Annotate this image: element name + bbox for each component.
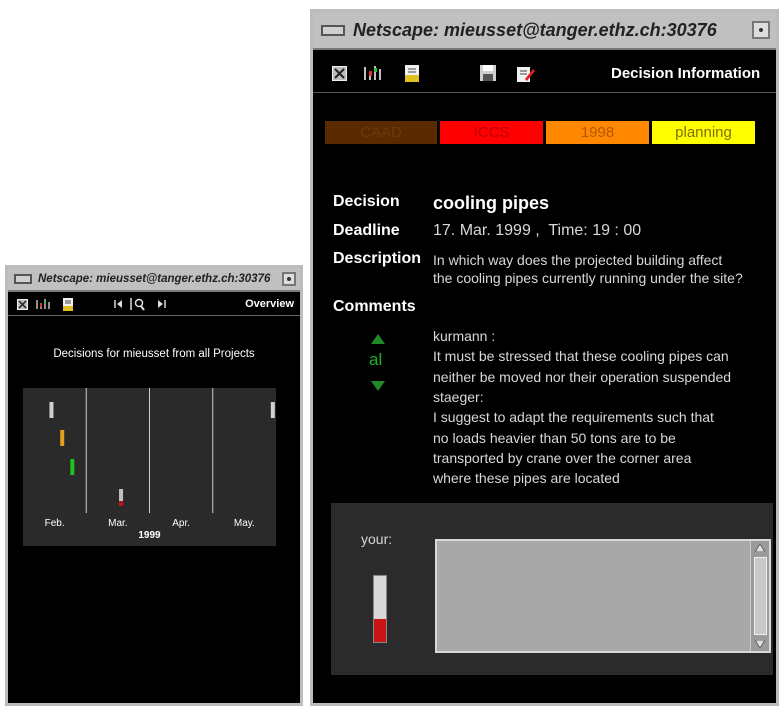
- comment-line: kurmann :: [433, 328, 496, 344]
- first-icon[interactable]: [113, 298, 123, 310]
- decision-value: cooling pipes: [433, 193, 550, 213]
- maximize-button[interactable]: [752, 21, 770, 39]
- overview-window-titlebar[interactable]: Netscape: mieusset@tanger.ethz.ch:30376: [8, 268, 300, 292]
- comment-input-frame: [435, 539, 771, 653]
- vote-down-icon[interactable]: [370, 380, 386, 392]
- timeline-chart: Feb. Mar. Apr. May. 1999: [23, 388, 276, 546]
- tag-0[interactable]: CAAD: [325, 121, 437, 144]
- overview-window: Netscape: mieusset@tanger.ethz.ch:30376 …: [5, 265, 303, 706]
- comment-line: staeger:: [433, 388, 484, 405]
- tag-1[interactable]: ICCS: [440, 121, 543, 144]
- overview-heading: Decisions for mieusset from all Projects: [53, 348, 255, 360]
- document-icon[interactable]: [404, 64, 420, 82]
- tag-label: CAAD: [360, 124, 402, 141]
- scroll-up-icon[interactable]: [754, 543, 766, 553]
- comment-scrollbar[interactable]: [750, 541, 769, 651]
- chart-icon[interactable]: [36, 298, 52, 310]
- your-rating-fill: [374, 618, 386, 642]
- decision-mark[interactable]: [270, 402, 275, 418]
- close-icon[interactable]: [331, 65, 347, 81]
- vote-value: al: [369, 350, 383, 369]
- scroll-down-icon[interactable]: [754, 639, 766, 649]
- document-icon[interactable]: [62, 297, 74, 311]
- decision-mark[interactable]: [49, 402, 54, 418]
- description-line-1: In which way does the projected building…: [433, 252, 723, 268]
- comment-line: where these pipes are located: [433, 470, 620, 487]
- decision-window: Netscape: mieusset@tanger.ethz.ch:30376 …: [310, 9, 779, 706]
- tag-label: planning: [675, 124, 732, 141]
- comment-line: no loads heavier than 50 tons are to be: [433, 429, 676, 446]
- month-label: Mar.: [108, 518, 127, 529]
- toolbar-label: Overview: [245, 298, 294, 310]
- tag-label: 1998: [580, 124, 615, 141]
- tag-3[interactable]: planning: [652, 121, 755, 144]
- edit-icon[interactable]: [516, 64, 536, 82]
- comment-input[interactable]: [437, 541, 749, 651]
- toolbar-divider: [313, 92, 776, 93]
- decision-mark[interactable]: [60, 430, 65, 446]
- maximize-button[interactable]: [282, 272, 296, 286]
- deadline-label: Deadline: [333, 222, 400, 239]
- window-menu-button[interactable]: [14, 274, 32, 284]
- your-label: your:: [361, 531, 393, 547]
- chart-icon[interactable]: [363, 65, 385, 81]
- scrollbar-thumb[interactable]: [754, 557, 767, 635]
- comment-line: neither be moved nor their operation sus…: [433, 368, 732, 385]
- deadline-value: 17. Mar. 1999 , Time: 19 : 00: [433, 222, 642, 239]
- decision-mark-base: [119, 501, 124, 506]
- your-comment-panel: your:: [331, 503, 773, 675]
- comment-line: I suggest to adapt the requirements such…: [433, 409, 714, 426]
- year-label: 1999: [138, 530, 161, 541]
- window-title: Netscape: mieusset@tanger.ethz.ch:30376: [38, 273, 271, 285]
- close-icon[interactable]: [16, 298, 28, 310]
- decision-mark[interactable]: [70, 459, 75, 475]
- tag-label: ICCS: [473, 124, 510, 141]
- last-icon[interactable]: [156, 298, 166, 310]
- vote-up-icon[interactable]: [370, 333, 386, 345]
- window-title: Netscape: mieusset@tanger.ethz.ch:30376: [353, 19, 717, 40]
- description-line-2: the cooling pipes currently running unde…: [433, 270, 743, 286]
- comment-line: transported by crane over the corner are…: [433, 449, 692, 466]
- comments-label: Comments: [333, 298, 416, 315]
- month-label: May.: [234, 518, 255, 529]
- save-icon[interactable]: [479, 64, 497, 82]
- decision-window-titlebar[interactable]: Netscape: mieusset@tanger.ethz.ch:30376: [313, 12, 776, 50]
- month-label: Feb.: [45, 518, 65, 529]
- your-rating-gauge[interactable]: [373, 575, 387, 643]
- month-label: Apr.: [172, 518, 190, 529]
- comment-line: It must be stressed that these cooling p…: [433, 348, 729, 365]
- toolbar-divider: [8, 315, 300, 316]
- tag-2[interactable]: 1998: [546, 121, 649, 144]
- zoom-icon[interactable]: [130, 297, 146, 311]
- toolbar-label: Decision Information: [611, 65, 761, 82]
- decision-label: Decision: [333, 193, 400, 210]
- description-label: Description: [333, 250, 422, 267]
- window-menu-button[interactable]: [321, 24, 345, 36]
